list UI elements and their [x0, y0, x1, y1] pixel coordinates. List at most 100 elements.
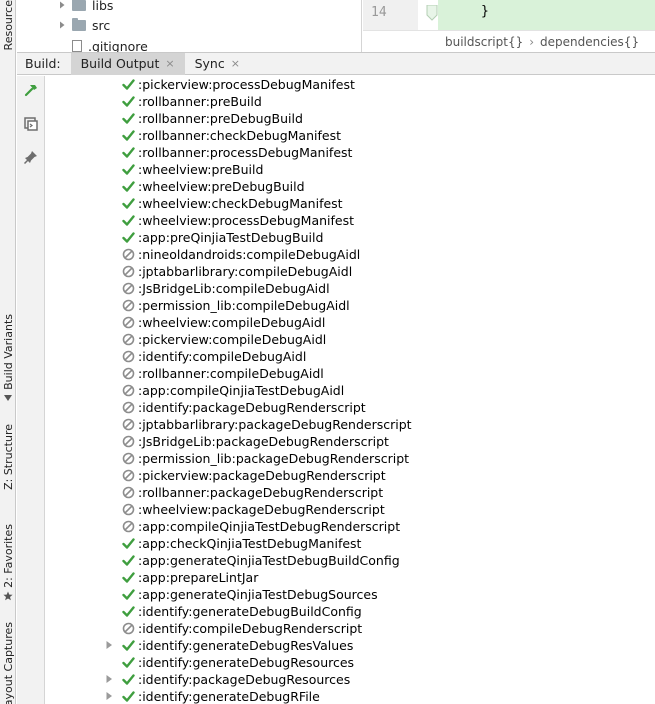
- chevron-right-icon[interactable]: [104, 674, 114, 684]
- task-row[interactable]: :wheelview:compileDebugAidl: [46, 314, 655, 331]
- hammer-icon: [24, 85, 37, 97]
- task-name: :app:generateQinjiaTestDebugSources: [138, 587, 378, 602]
- tree-item-libs[interactable]: libs: [17, 0, 113, 15]
- toggle-view-button[interactable]: [23, 116, 39, 132]
- task-row[interactable]: :app:preQinjiaTestDebugBuild: [46, 229, 655, 246]
- rebuild-button[interactable]: [23, 82, 39, 98]
- chevron-right-icon[interactable]: [58, 1, 66, 9]
- task-row[interactable]: :jptabbarlibrary:packageDebugRenderscrip…: [46, 416, 655, 433]
- task-row[interactable]: :jptabbarlibrary:compileDebugAidl: [46, 263, 655, 280]
- skipped-icon: [122, 316, 135, 329]
- tree-item-label: libs: [92, 0, 114, 13]
- build-toolbar: [17, 76, 45, 704]
- success-check-icon: [122, 657, 135, 668]
- task-row[interactable]: :wheelview:preDebugBuild: [46, 178, 655, 195]
- left-tool-strip: Resource Build Variants Z: Structure 2: …: [0, 0, 16, 704]
- build-window-header: Build: Build Output × Sync ×: [17, 52, 655, 75]
- tab-favorites[interactable]: 2: Favorites: [1, 524, 15, 601]
- chevron-right-icon[interactable]: [104, 691, 114, 701]
- task-row[interactable]: :app:generateQinjiaTestDebugBuildConfig: [46, 552, 655, 569]
- pin-button[interactable]: [23, 149, 39, 165]
- tab-structure[interactable]: Z: Structure: [1, 424, 15, 490]
- task-name: :wheelview:compileDebugAidl: [138, 315, 326, 330]
- success-check-icon: [122, 130, 135, 141]
- task-name: :rollbanner:preBuild: [138, 94, 262, 109]
- task-row[interactable]: :JsBridgeLib:packageDebugRenderscript: [46, 433, 655, 450]
- task-row[interactable]: :identify:packageDebugResources: [46, 671, 655, 688]
- task-row[interactable]: :pickerview:processDebugManifest: [46, 76, 655, 93]
- task-row[interactable]: :JsBridgeLib:compileDebugAidl: [46, 280, 655, 297]
- breadcrumb-item-dependencies[interactable]: dependencies{}: [540, 35, 639, 49]
- task-row[interactable]: :rollbanner:preBuild: [46, 93, 655, 110]
- task-row[interactable]: :pickerview:compileDebugAidl: [46, 331, 655, 348]
- folder-icon: [72, 17, 86, 31]
- task-row[interactable]: :permission_lib:compileDebugAidl: [46, 297, 655, 314]
- fold-marker-icon[interactable]: [425, 5, 439, 21]
- chevron-right-icon[interactable]: [58, 21, 66, 29]
- task-name: :app:compileQinjiaTestDebugRenderscript: [138, 519, 401, 534]
- close-icon[interactable]: ×: [231, 57, 240, 70]
- tab-layout-captures-label: Layout Captures: [1, 622, 15, 704]
- task-name: :identify:packageDebugRenderscript: [138, 400, 366, 415]
- line-number: 14: [371, 5, 387, 20]
- current-line-highlight: [438, 0, 655, 30]
- breadcrumb-item-buildscript[interactable]: buildscript{}: [445, 35, 523, 49]
- task-row[interactable]: :nineoldandroids:compileDebugAidl: [46, 246, 655, 263]
- task-row[interactable]: :app:compileQinjiaTestDebugAidl: [46, 382, 655, 399]
- tab-build-output[interactable]: Build Output ×: [70, 52, 185, 75]
- skipped-icon: [122, 520, 135, 533]
- skipped-icon: [122, 418, 135, 431]
- code-editor[interactable]: 14 } buildscript{} › dependencies{}: [363, 0, 655, 52]
- task-name: :wheelview:processDebugManifest: [138, 213, 355, 228]
- task-row[interactable]: :pickerview:packageDebugRenderscript: [46, 467, 655, 484]
- task-name: :rollbanner:checkDebugManifest: [138, 128, 341, 143]
- skipped-icon: [122, 367, 135, 380]
- build-output-tree[interactable]: :pickerview:processDebugManifest :rollban…: [46, 76, 655, 704]
- task-row[interactable]: :wheelview:checkDebugManifest: [46, 195, 655, 212]
- close-icon[interactable]: ×: [165, 57, 174, 70]
- tab-sync[interactable]: Sync ×: [185, 53, 250, 75]
- task-name: :permission_lib:packageDebugRenderscript: [138, 451, 410, 466]
- task-row[interactable]: :app:compileQinjiaTestDebugRenderscript: [46, 518, 655, 535]
- skipped-icon: [122, 384, 135, 397]
- task-row[interactable]: :rollbanner:processDebugManifest: [46, 144, 655, 161]
- task-row[interactable]: :identify:generateDebugResValues: [46, 637, 655, 654]
- task-name: :app:preQinjiaTestDebugBuild: [138, 230, 324, 245]
- tab-resource-manager[interactable]: Resource: [1, 0, 15, 50]
- task-row[interactable]: :app:generateQinjiaTestDebugSources: [46, 586, 655, 603]
- task-row[interactable]: :wheelview:processDebugManifest: [46, 212, 655, 229]
- task-row[interactable]: :permission_lib:packageDebugRenderscript: [46, 450, 655, 467]
- tab-build-variants[interactable]: Build Variants: [1, 314, 15, 403]
- task-row[interactable]: :identify:packageDebugRenderscript: [46, 399, 655, 416]
- task-row[interactable]: :rollbanner:checkDebugManifest: [46, 127, 655, 144]
- task-row[interactable]: :identify:generateDebugBuildConfig: [46, 603, 655, 620]
- task-row[interactable]: :identify:generateDebugRFile: [46, 688, 655, 704]
- file-icon: [72, 40, 82, 52]
- success-check-icon: [122, 113, 135, 124]
- task-name: :jptabbarlibrary:packageDebugRenderscrip…: [138, 417, 412, 432]
- task-row[interactable]: :rollbanner:packageDebugRenderscript: [46, 484, 655, 501]
- tab-layout-captures[interactable]: Layout Captures: [1, 622, 15, 704]
- task-row[interactable]: :rollbanner:compileDebugAidl: [46, 365, 655, 382]
- success-check-icon: [122, 147, 135, 158]
- star-icon: [3, 591, 13, 601]
- task-name: :identify:compileDebugRenderscript: [138, 621, 363, 636]
- success-check-icon: [122, 640, 135, 651]
- tree-item-src[interactable]: src: [17, 15, 110, 35]
- success-check-icon: [122, 96, 135, 107]
- chevron-right-icon[interactable]: [104, 640, 114, 650]
- task-row[interactable]: :identify:compileDebugAidl: [46, 348, 655, 365]
- task-row[interactable]: :identify:compileDebugRenderscript: [46, 620, 655, 637]
- task-name: :identify:compileDebugAidl: [138, 349, 307, 364]
- task-name: :pickerview:processDebugManifest: [138, 77, 355, 92]
- task-name: :app:compileQinjiaTestDebugAidl: [138, 383, 345, 398]
- task-row[interactable]: :wheelview:preBuild: [46, 161, 655, 178]
- task-row[interactable]: :app:checkQinjiaTestDebugManifest: [46, 535, 655, 552]
- task-row[interactable]: :app:prepareLintJar: [46, 569, 655, 586]
- task-row[interactable]: :identify:generateDebugResources: [46, 654, 655, 671]
- skipped-icon: [122, 265, 135, 278]
- task-row[interactable]: :rollbanner:preDebugBuild: [46, 110, 655, 127]
- breadcrumb: buildscript{} › dependencies{}: [363, 30, 655, 52]
- skipped-icon: [122, 622, 135, 635]
- task-row[interactable]: :wheelview:packageDebugRenderscript: [46, 501, 655, 518]
